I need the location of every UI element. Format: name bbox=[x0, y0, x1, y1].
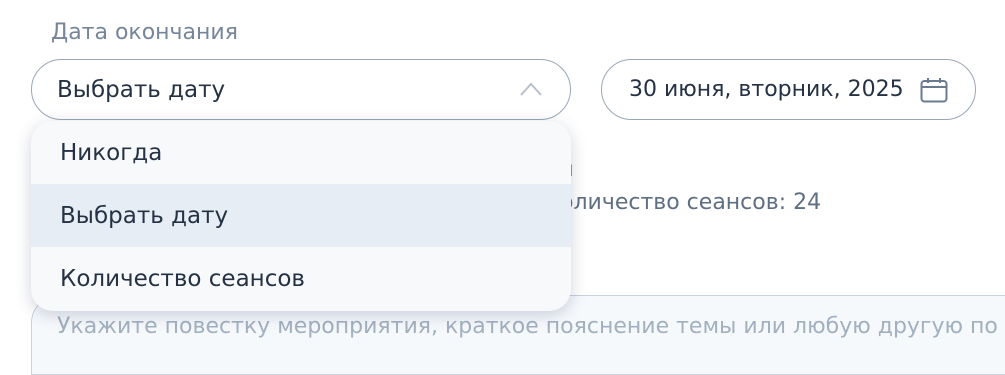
option-never[interactable]: Никогда bbox=[31, 121, 571, 184]
date-picker-button[interactable]: 30 июня, вторник, 2025 bbox=[601, 59, 976, 120]
chevron-up-icon[interactable] bbox=[520, 82, 542, 96]
date-picker-value: 30 июня, вторник, 2025 bbox=[629, 77, 904, 102]
option-session-count[interactable]: Количество сеансов bbox=[31, 247, 571, 310]
option-choose-date[interactable]: Выбрать дату bbox=[31, 184, 571, 247]
end-date-label: Дата окончания bbox=[51, 20, 238, 45]
calendar-icon bbox=[920, 78, 948, 103]
end-date-dropdown-menu: Никогда Выбрать дату Количество сеансов bbox=[31, 121, 571, 311]
session-count-text: оличество сеансов: 24 bbox=[560, 190, 822, 215]
end-date-select-value: Выбрать дату bbox=[57, 76, 226, 103]
end-date-select[interactable]: Выбрать дату bbox=[31, 59, 571, 120]
agenda-placeholder: Укажите повестку мероприятия, краткое по… bbox=[57, 314, 998, 339]
